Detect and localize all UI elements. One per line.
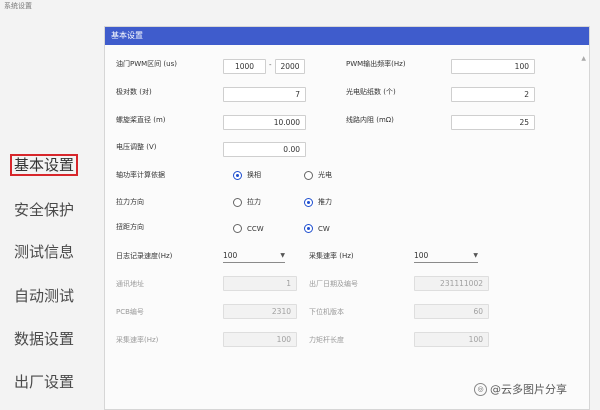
watermark-text: @云多图片分享 (490, 383, 567, 396)
scroll-up-icon[interactable]: ▲ (581, 55, 586, 62)
photo-input[interactable]: 2 (451, 87, 535, 102)
radio-selected-icon (233, 170, 242, 180)
pole-label: 极对数 (对) (116, 88, 152, 96)
line-res-input[interactable]: 25 (451, 115, 535, 130)
chevron-down-icon: ▼ (280, 252, 285, 259)
torque-option-cw[interactable]: CW (304, 224, 330, 233)
photo-label: 光电贴纸数 (个) (346, 88, 396, 96)
nav-label: 数据设置 (13, 330, 74, 348)
pwm-min-input[interactable]: 1000 (223, 59, 266, 74)
nav-item-safety[interactable]: 安全保护 (0, 199, 88, 220)
pwm-freq-label: PWM输出频率(Hz) (346, 60, 406, 68)
nav-label: 安全保护 (13, 201, 74, 219)
fw-label: 下位机版本 (309, 308, 344, 316)
volt-label: 电压调整 (V) (116, 143, 157, 151)
torque-direction-label: 扭距方向 (116, 223, 144, 231)
sidebar-nav: 基本设置 安全保护 测试信息 自动测试 数据设置 出厂设置 (0, 18, 88, 410)
torque-option-ccw[interactable]: CCW (233, 224, 264, 233)
radio-label: 拉力 (247, 198, 261, 206)
radio-label: 推力 (318, 198, 332, 206)
watermark: ◎ @云多图片分享 (474, 381, 567, 397)
radio-icon (233, 224, 242, 233)
shaft-option-commutation[interactable]: 换相 (233, 170, 261, 180)
pwm-range-label: 油门PWM区间 (us) (116, 60, 177, 68)
pull-direction-label: 拉力方向 (116, 198, 144, 206)
prop-input[interactable]: 10.000 (223, 115, 306, 130)
pwm-freq-input[interactable]: 100 (451, 59, 535, 74)
pcb-label: PCB编号 (116, 308, 144, 316)
radio-icon (233, 197, 242, 207)
line-res-label: 线路内阻 (mΩ) (346, 116, 394, 124)
nav-label: 出厂设置 (13, 373, 74, 391)
radio-selected-icon (304, 224, 313, 233)
sample-rate-select[interactable]: 100 ▼ (414, 250, 478, 263)
comm-addr-label: 通讯地址 (116, 280, 144, 288)
watermark-logo-icon: ◎ (474, 382, 487, 396)
arm-length-label: 力矩杆长度 (309, 336, 344, 344)
volt-input[interactable]: 0.00 (223, 142, 306, 157)
nav-item-auto-test[interactable]: 自动测试 (0, 285, 88, 306)
pull-option-push[interactable]: 推力 (304, 197, 332, 207)
radio-label: 换相 (247, 171, 261, 179)
shaft-option-photo[interactable]: 光电 (304, 170, 332, 180)
nav-item-data-settings[interactable]: 数据设置 (0, 328, 88, 349)
pcb-field: 2310 (223, 304, 297, 319)
pwm-range-separator: - (269, 61, 272, 69)
sample-rate-label: 采集速率 (Hz) (309, 252, 354, 260)
settings-panel: 基本设置 ▲ 油门PWM区间 (us) 1000 - 2000 PWM输出频率(… (104, 26, 590, 410)
select-value: 100 (223, 251, 238, 260)
nav-item-factory-settings[interactable]: 出厂设置 (0, 371, 88, 392)
panel-title: 基本设置 (105, 27, 589, 45)
fw-field: 60 (414, 304, 489, 319)
radio-selected-icon (304, 197, 313, 207)
pull-option-pull[interactable]: 拉力 (233, 197, 261, 207)
factory-date-field: 231111002 (414, 276, 489, 291)
pwm-max-input[interactable]: 2000 (275, 59, 305, 74)
nav-label: 基本设置 (9, 154, 78, 176)
pole-input[interactable]: 7 (223, 87, 306, 102)
shaft-power-label: 轴功率计算依据 (116, 171, 165, 179)
select-value: 100 (414, 251, 429, 260)
nav-item-basic-settings[interactable]: 基本设置 (0, 154, 88, 176)
nav-item-test-info[interactable]: 测试信息 (0, 241, 88, 262)
nav-label: 自动测试 (13, 287, 74, 305)
radio-label: 光电 (318, 171, 332, 179)
sample-label: 采集速率(Hz) (116, 336, 159, 344)
sample-field: 100 (223, 332, 297, 347)
arm-length-field: 100 (414, 332, 489, 347)
radio-label: CCW (247, 224, 264, 233)
prop-label: 螺旋桨直径 (m) (116, 116, 166, 124)
log-rate-select[interactable]: 100 ▼ (223, 250, 285, 263)
radio-icon (304, 170, 313, 180)
radio-label: CW (318, 224, 330, 233)
comm-addr-field: 1 (223, 276, 297, 291)
log-rate-label: 日志记录速度(Hz) (116, 252, 173, 260)
nav-label: 测试信息 (13, 243, 74, 261)
factory-date-label: 出厂日期及编号 (309, 280, 358, 288)
window-title: 系统设置 (4, 2, 32, 10)
chevron-down-icon: ▼ (473, 252, 478, 259)
